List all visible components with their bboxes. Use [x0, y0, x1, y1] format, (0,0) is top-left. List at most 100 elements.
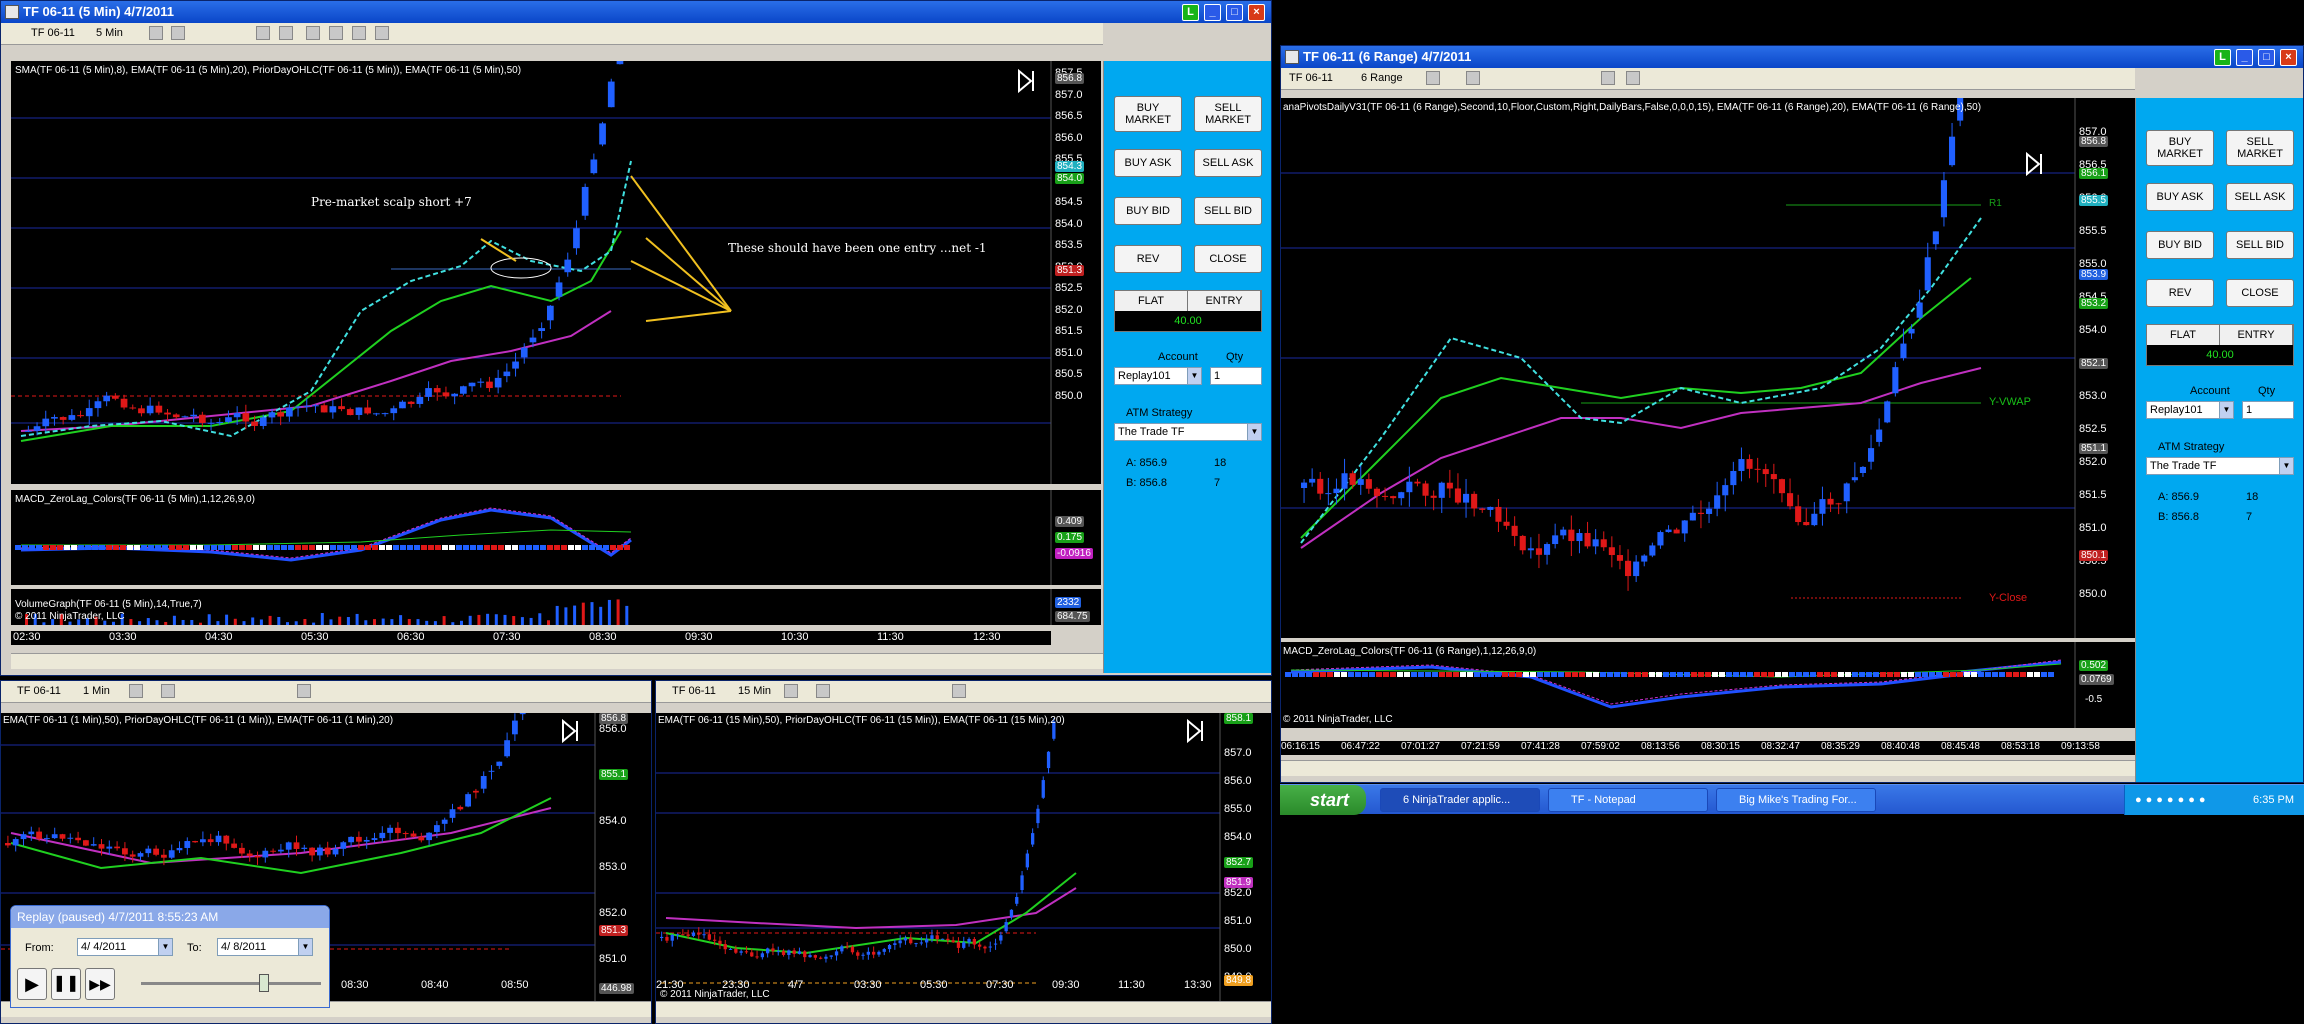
buy-bid-button[interactable]: BUY BID — [2146, 231, 2214, 259]
minimize-button[interactable]: _ — [1204, 4, 1221, 21]
fast-forward-button[interactable]: ▶▶ — [85, 968, 115, 1000]
reverse-button[interactable]: REV — [1114, 245, 1182, 273]
cursor-icon[interactable] — [256, 26, 270, 40]
indicators-icon[interactable] — [329, 26, 343, 40]
buy-ask-button[interactable]: BUY ASK — [1114, 149, 1182, 177]
properties-icon[interactable] — [297, 684, 311, 698]
pause-button[interactable]: ❚❚ — [51, 968, 81, 1000]
strategies-icon[interactable] — [352, 26, 366, 40]
x-tick-label: 04:30 — [205, 631, 233, 643]
replay-title[interactable]: Replay (paused) 4/7/2011 8:55:23 AM — [11, 906, 329, 928]
reverse-button[interactable]: REV — [2146, 279, 2214, 307]
speed-slider-track[interactable] — [141, 982, 321, 985]
sell-bid-button[interactable]: SELL BID — [1194, 197, 1262, 225]
account-select[interactable]: Replay101 ▼ — [2146, 401, 2234, 419]
interval-selector[interactable]: 1 Min — [83, 685, 110, 697]
tray-icons[interactable]: ●●●●●●● — [2135, 785, 2210, 815]
pencil-icon[interactable] — [161, 684, 175, 698]
y-tick-label: 850.5 — [1055, 368, 1083, 380]
account-select[interactable]: Replay101 ▼ — [1114, 367, 1202, 385]
instrument-selector[interactable]: TF 06-11 — [672, 685, 716, 697]
sell-bid-button[interactable]: SELL BID — [2226, 231, 2294, 259]
y-tick-label: 857.0 — [1224, 747, 1252, 759]
range-hscroll[interactable] — [1281, 760, 2135, 776]
properties-icon[interactable] — [1601, 71, 1615, 85]
bar-type-icon[interactable] — [129, 684, 143, 698]
close-button[interactable]: × — [1248, 4, 1265, 21]
interval-selector[interactable]: 5 Min — [96, 27, 123, 39]
close-button[interactable]: × — [2280, 49, 2297, 66]
qty-input[interactable]: 1 — [1210, 367, 1262, 385]
to-date[interactable]: 4/ 8/2011 ▼ — [217, 938, 313, 956]
minimize-button[interactable]: _ — [2236, 49, 2253, 66]
atm-select[interactable]: The Trade TF ▼ — [1114, 423, 1262, 441]
taskbar-item-ninjatrader[interactable]: 6 NinjaTrader applic... — [1380, 788, 1540, 812]
range-x-axis: 06:16:15 06:47:22 07:01:27 07:21:59 07:41:28… — [1281, 741, 2135, 755]
link-icon[interactable]: L — [1182, 4, 1199, 21]
candle — [5, 843, 11, 846]
macd-dot — [1558, 672, 1564, 677]
fifteen-min-price-panel[interactable]: EMA(TF 06-11 (15 Min),50), PriorDayOHLC(… — [656, 713, 1271, 1003]
from-date[interactable]: 4/ 4/2011 ▼ — [77, 938, 173, 956]
price-panel[interactable]: SMA(TF 06-11 (5 Min),8), EMA(TF 06-11 (5… — [11, 61, 1101, 484]
range-macd-panel[interactable]: MACD_ZeroLag_Colors(TF 06-11 (6 Range),1… — [1281, 642, 2135, 728]
candle — [940, 938, 945, 940]
taskbar-item-browser[interactable]: Big Mike's Trading For... — [1716, 788, 1876, 812]
annotation-scalp-short: Pre-market scalp short +7 — [311, 195, 472, 209]
volume-panel[interactable]: VolumeGraph(TF 06-11 (5 Min),14,True,7) … — [11, 589, 1101, 625]
pencil-icon[interactable] — [1466, 71, 1480, 85]
buy-market-button[interactable]: BUY MARKET — [2146, 130, 2214, 166]
interval-selector[interactable]: 6 Range — [1361, 72, 1403, 84]
candle — [956, 942, 961, 948]
maximize-button[interactable]: □ — [2258, 49, 2275, 66]
buy-bid-button[interactable]: BUY BID — [1114, 197, 1182, 225]
range-window-title: TF 06-11 (6 Range) 4/7/2011 — [1303, 49, 1472, 64]
properties-icon[interactable] — [952, 684, 966, 698]
atm-select[interactable]: The Trade TF ▼ — [2146, 457, 2294, 475]
pencil-icon[interactable] — [171, 26, 185, 40]
candle — [488, 770, 495, 772]
fifteen-min-hscroll[interactable] — [656, 1001, 1271, 1017]
buy-market-button[interactable]: BUY MARKET — [1114, 96, 1182, 132]
candle — [402, 833, 409, 835]
chart-trader-icon[interactable] — [375, 26, 389, 40]
taskbar-item-notepad[interactable]: TF - Notepad — [1548, 788, 1708, 812]
main-window-titlebar[interactable]: TF 06-11 (5 Min) 4/7/2011 L _ □ × — [1, 1, 1271, 23]
play-button[interactable]: ▶ — [17, 968, 47, 1000]
close-position-button[interactable]: CLOSE — [1194, 245, 1262, 273]
macd-dot — [603, 545, 609, 550]
bar-type-icon[interactable] — [149, 26, 163, 40]
close-position-button[interactable]: CLOSE — [2226, 279, 2294, 307]
range-price-panel[interactable]: anaPivotsDailyV31(TF 06-11 (6 Range),Sec… — [1281, 98, 2135, 638]
scroll-end-icon[interactable] — [1018, 68, 1034, 94]
price-indicator-label: SMA(TF 06-11 (5 Min),8), EMA(TF 06-11 (5… — [15, 65, 522, 76]
link-icon[interactable]: L — [2214, 49, 2231, 66]
maximize-button[interactable]: □ — [1226, 4, 1243, 21]
sell-market-button[interactable]: SELL MARKET — [1194, 96, 1262, 132]
pencil-icon[interactable] — [816, 684, 830, 698]
instrument-selector[interactable]: TF 06-11 — [1289, 72, 1333, 84]
interval-selector[interactable]: 15 Min — [738, 685, 771, 697]
start-button[interactable]: start — [1280, 785, 1366, 815]
buy-ask-button[interactable]: BUY ASK — [2146, 183, 2214, 211]
qty-input[interactable]: 1 — [2242, 401, 2294, 419]
speed-slider-thumb[interactable] — [259, 974, 269, 992]
instrument-selector[interactable]: TF 06-11 — [17, 685, 61, 697]
main-hscroll[interactable] — [11, 653, 1103, 669]
properties-icon[interactable] — [306, 26, 320, 40]
candle — [1722, 485, 1729, 496]
instrument-selector[interactable]: TF 06-11 — [31, 27, 75, 39]
macd-dot — [260, 545, 266, 550]
sell-ask-button[interactable]: SELL ASK — [2226, 183, 2294, 211]
indicators-icon[interactable] — [1626, 71, 1640, 85]
bar-type-icon[interactable] — [1426, 71, 1440, 85]
macd-dot — [1502, 672, 1508, 677]
sell-ask-button[interactable]: SELL ASK — [1194, 149, 1262, 177]
zoom-icon[interactable] — [279, 26, 293, 40]
sell-market-button[interactable]: SELL MARKET — [2226, 130, 2294, 166]
range-window-titlebar[interactable]: TF 06-11 (6 Range) 4/7/2011 L _ □ × — [1281, 46, 2303, 68]
macd-panel[interactable]: MACD_ZeroLag_Colors(TF 06-11 (5 Min),1,1… — [11, 490, 1101, 585]
y-tick-label: 852.0 — [1055, 303, 1083, 316]
bar-type-icon[interactable] — [784, 684, 798, 698]
volume-bar — [277, 616, 281, 625]
